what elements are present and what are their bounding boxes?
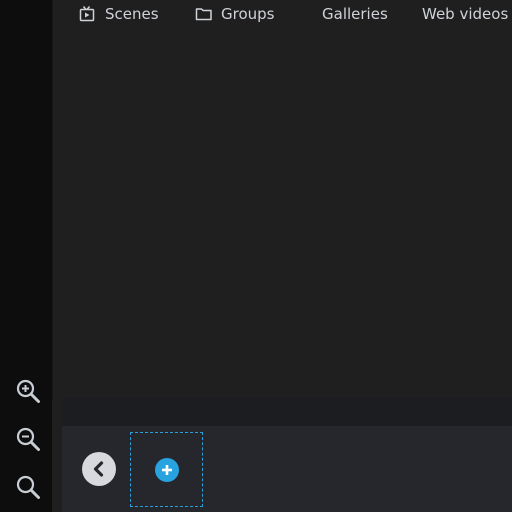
zoom-in-icon — [16, 379, 40, 403]
tab-scenes-label: Scenes — [105, 5, 159, 23]
tabs-bar — [62, 398, 512, 426]
zoom-in-button[interactable] — [14, 377, 42, 405]
add-button[interactable] — [154, 457, 179, 482]
zoom-fit-icon — [16, 475, 40, 499]
folder-icon — [195, 8, 212, 21]
tab-galleries[interactable]: Galleries — [322, 0, 388, 28]
back-button[interactable] — [82, 452, 116, 486]
plus-icon — [161, 464, 172, 475]
tab-groups[interactable]: Groups — [195, 0, 274, 28]
tab-web-videos-label: Web videos — [422, 5, 509, 23]
add-item-slot[interactable] — [130, 432, 203, 507]
chevron-left-icon — [93, 461, 104, 477]
tab-scenes[interactable]: Scenes — [79, 0, 159, 28]
scenes-icon — [79, 6, 95, 22]
canvas-viewport[interactable] — [53, 0, 512, 398]
zoom-out-icon — [16, 427, 40, 451]
tab-galleries-label: Galleries — [322, 5, 388, 23]
zoom-out-button[interactable] — [14, 425, 42, 453]
tab-groups-label: Groups — [221, 5, 275, 23]
tab-web-videos[interactable]: Web videos — [422, 0, 508, 28]
zoom-fit-button[interactable] — [14, 473, 42, 501]
